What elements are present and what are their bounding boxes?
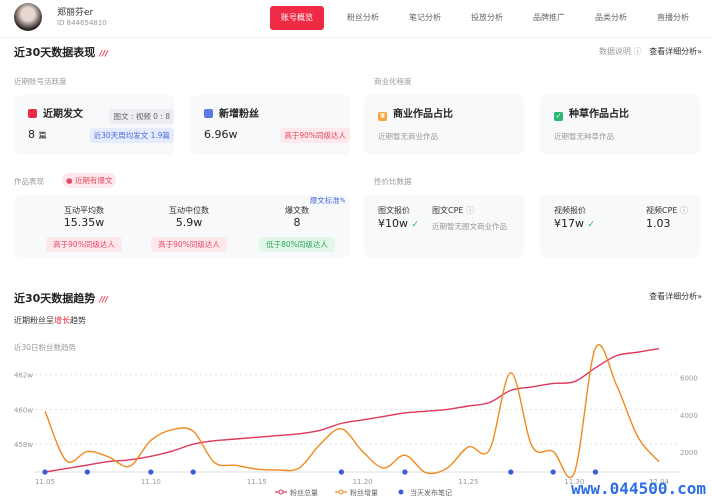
x-tick: 11.10 (141, 478, 161, 486)
note-marker (190, 469, 196, 475)
series-line-fans-total (44, 347, 660, 473)
note-marker (592, 469, 599, 475)
y-right-tick: 6000 (680, 374, 698, 382)
note-marker (550, 469, 556, 475)
legend-dot-icon (398, 489, 404, 495)
legend-marker-icon (338, 489, 344, 495)
note-marker (508, 469, 514, 475)
legend-marker-icon (278, 489, 284, 495)
y-left-tick: 460w (14, 406, 33, 414)
x-tick: 11.20 (353, 478, 373, 486)
note-marker (148, 469, 154, 475)
legend-label: 当天发布笔记 (410, 488, 452, 497)
series-line-fans-increment (44, 344, 660, 479)
y-right-tick: 2000 (680, 449, 698, 457)
legend-label: 粉丝增量 (350, 488, 378, 497)
y-right-tick: 4000 (680, 412, 698, 420)
note-marker (84, 469, 90, 475)
y-left-tick: 458w (14, 441, 33, 449)
y-left-tick: 462w (14, 372, 33, 380)
note-marker (42, 469, 48, 475)
legend-label: 粉丝总量 (290, 488, 318, 497)
fans-trend-chart: 458w 460w 462w 2000 4000 6000 11.05 11.10 11.15 1… (14, 344, 698, 497)
x-tick: 11.25 (458, 478, 478, 486)
x-tick: 11.05 (35, 478, 55, 486)
note-marker (338, 469, 345, 475)
note-marker (402, 469, 408, 475)
x-tick: 11.15 (247, 478, 267, 486)
watermark: www.044500.com (571, 479, 706, 498)
